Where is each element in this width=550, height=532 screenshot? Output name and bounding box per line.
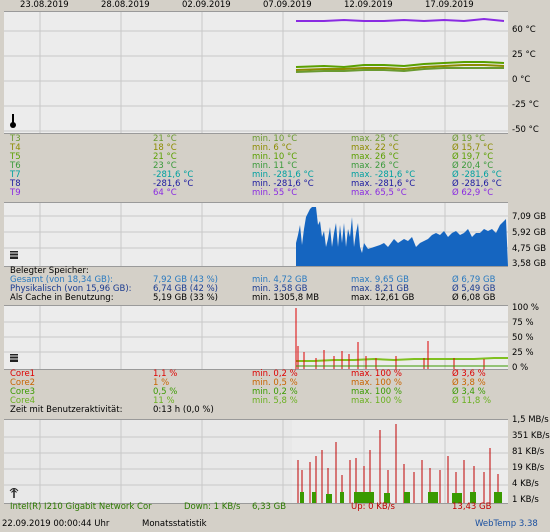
cpu-plot (4, 306, 508, 369)
cpu-graph (4, 305, 508, 370)
series-t9 (296, 17, 505, 23)
memory-graph (4, 202, 508, 267)
date-label: 28.08.2019 (101, 0, 150, 10)
axis-tick: 81 KB/s (512, 447, 545, 457)
axis-tick: 0 °C (512, 75, 531, 85)
network-plot (4, 420, 508, 503)
monthly-stats-link[interactable]: Monatsstatistik (142, 520, 207, 529)
axis-tick: 25 °C (512, 50, 536, 60)
activity-value: 0:13 h (0,0 %) (153, 405, 214, 415)
axis-tick: 5,92 GB (512, 228, 547, 238)
axis-tick: 4,75 GB (512, 244, 547, 254)
cpu-icon (9, 353, 19, 363)
activity-label: Zeit mit Benutzeraktivität: (10, 405, 123, 415)
memory-plot (4, 203, 508, 266)
network-graph (4, 419, 508, 504)
network-up-bars (297, 424, 499, 503)
axis-tick: 25 % (512, 348, 534, 358)
axis-tick: 100 % (512, 303, 540, 313)
date-label: 23.08.2019 (20, 0, 69, 10)
axis-tick: 0 % (512, 363, 529, 373)
date-label: 17.09.2019 (425, 0, 474, 10)
axis-tick: 50 % (512, 333, 534, 343)
temperature-graph (4, 11, 508, 134)
axis-tick: 60 °C (512, 25, 536, 35)
axis-tick: 7,09 GB (512, 212, 547, 222)
date-label: 07.09.2019 (263, 0, 312, 10)
axis-tick: -50 °C (512, 125, 539, 135)
axis-tick: -25 °C (512, 100, 539, 110)
date-label: 02.09.2019 (182, 0, 231, 10)
network-down: Down: 1 KB/s (184, 502, 241, 512)
date-label: 12.09.2019 (344, 0, 393, 10)
cpu-core4 (296, 357, 508, 362)
axis-tick: 75 % (512, 318, 534, 328)
axis-tick: 19 KB/s (512, 463, 545, 473)
axis-tick: 3,58 GB (512, 259, 547, 269)
footer: 22.09.2019 00:00:44 Uhr Monatsstatistik … (0, 516, 550, 532)
axis-tick: 1,5 MB/s (512, 415, 549, 425)
network-down-total: 6,33 GB (252, 502, 287, 512)
brand-link[interactable]: WebTemp 3.38 (475, 520, 538, 529)
network-up: Up: 0 KB/s (351, 502, 395, 512)
axis-tick: 4 KB/s (512, 479, 539, 489)
axis-tick: 351 KB/s (512, 431, 550, 441)
network-adapter: Intel(R) I210 Gigabit Network Cor (10, 502, 152, 512)
network-up-total: 13,43 GB (452, 502, 492, 512)
thermometer-icon (10, 114, 16, 128)
memory-chip-icon (9, 250, 19, 260)
axis-tick: 1 KB/s (512, 495, 539, 505)
network-icon (9, 486, 19, 498)
temperature-plot (4, 12, 508, 133)
timestamp: 22.09.2019 00:00:44 Uhr (2, 519, 110, 529)
